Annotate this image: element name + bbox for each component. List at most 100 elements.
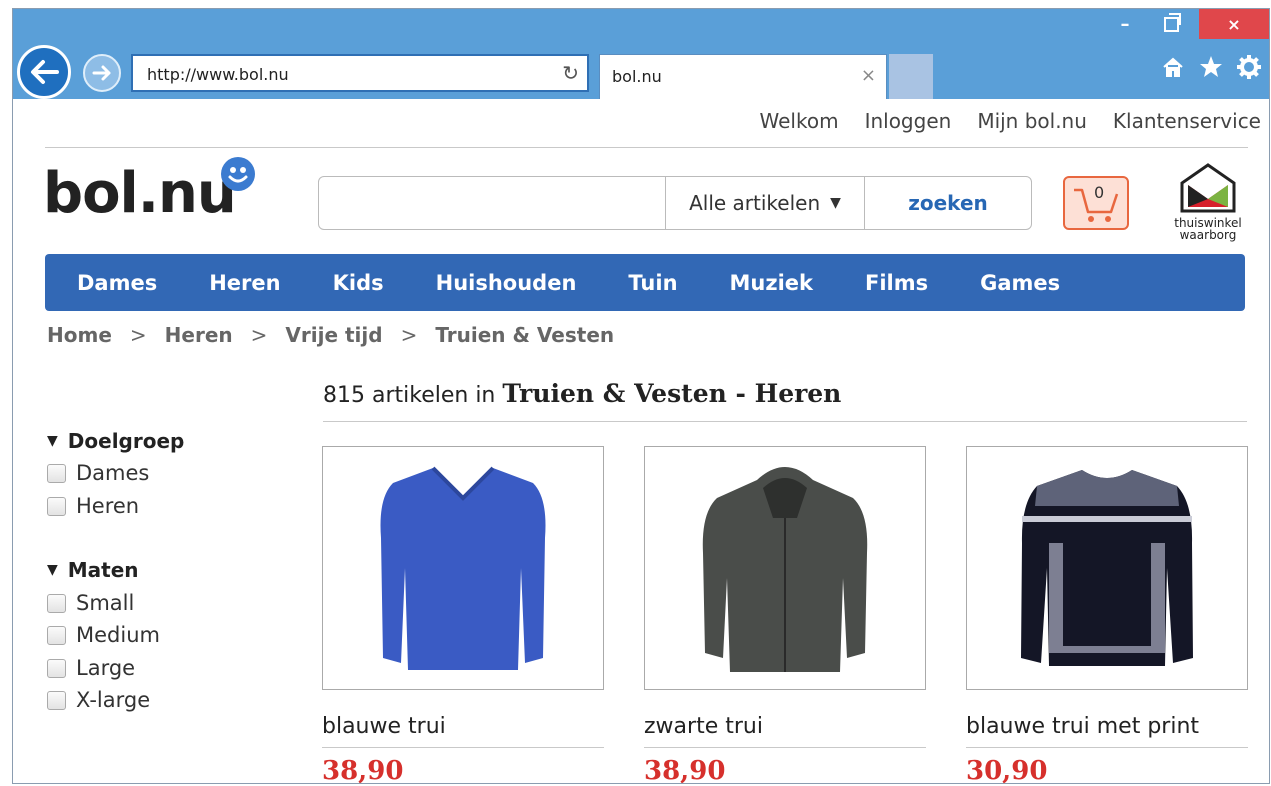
product-name[interactable]: blauwe trui <box>322 714 604 748</box>
filter-x-large[interactable]: X-large <box>47 688 150 712</box>
breadcrumb-separator: > <box>250 323 268 347</box>
nav-item-films[interactable]: Films <box>865 271 928 295</box>
breadcrumb-home[interactable]: Home <box>47 323 112 347</box>
search-input[interactable] <box>319 177 665 229</box>
product-name[interactable]: zwarte trui <box>644 714 926 748</box>
smiley-logo-icon <box>221 157 255 191</box>
tab-close-icon[interactable]: × <box>861 65 876 86</box>
refresh-icon[interactable]: ↻ <box>562 61 579 85</box>
nav-item-tuin[interactable]: Tuin <box>628 271 677 295</box>
product-card[interactable]: blauwe trui 38,90 <box>322 446 604 784</box>
browser-toolbar-icons <box>1161 55 1261 79</box>
address-url: http://www.bol.nu <box>147 65 289 84</box>
print-sweater-image <box>1021 470 1193 666</box>
divider <box>323 421 1247 422</box>
triangle-down-icon: ▼ <box>47 562 58 578</box>
search-category-label: Alle artikelen <box>689 191 821 215</box>
breadcrumb-vrije-tijd[interactable]: Vrije tijd <box>285 323 382 347</box>
search-category-select[interactable]: Alle artikelen ▼ <box>665 177 865 229</box>
nav-item-kids[interactable]: Kids <box>333 271 384 295</box>
result-category: Truien & Vesten - Heren <box>502 379 842 408</box>
result-heading: 815 artikelen in Truien & Vesten - Heren <box>323 379 841 408</box>
checkbox[interactable] <box>47 463 66 483</box>
link-welkom[interactable]: Welkom <box>760 109 839 133</box>
checkbox[interactable] <box>47 690 66 710</box>
breadcrumb: Home > Heren > Vrije tijd > Truien & Ves… <box>47 323 614 347</box>
filter-label: Heren <box>76 494 140 518</box>
facet-title-label: Maten <box>67 558 139 582</box>
top-links: Welkom Inloggen Mijn bol.nu Klantenservi… <box>760 109 1262 133</box>
nav-item-heren[interactable]: Heren <box>209 271 280 295</box>
triangle-down-icon: ▼ <box>47 433 58 449</box>
maximize-button[interactable] <box>1151 9 1191 39</box>
filter-label: X-large <box>76 688 151 712</box>
product-price: 38,90 <box>322 756 404 784</box>
address-bar[interactable]: http://www.bol.nu ↻ <box>131 54 589 92</box>
filter-label: Large <box>76 656 136 680</box>
hoodie-image <box>702 467 868 672</box>
nav-item-huishouden[interactable]: Huishouden <box>436 271 577 295</box>
product-card[interactable]: blauwe trui met print 30,90 <box>966 446 1248 784</box>
guarantee-line2: waarborg <box>1179 228 1237 242</box>
nav-item-muziek[interactable]: Muziek <box>730 271 813 295</box>
sweater-image <box>380 466 546 670</box>
filter-label: Small <box>76 591 135 615</box>
filter-small[interactable]: Small <box>47 591 134 615</box>
filter-label: Medium <box>76 623 160 647</box>
breadcrumb-current: Truien & Vesten <box>435 323 615 347</box>
close-icon: × <box>1227 14 1241 34</box>
facet-title-doelgroep[interactable]: ▼ Doelgroep <box>47 429 184 453</box>
product-image[interactable] <box>322 446 604 690</box>
search-bar: Alle artikelen ▼ zoeken <box>318 176 1032 230</box>
facet-title-maten[interactable]: ▼ Maten <box>47 558 139 582</box>
link-mijn-bol[interactable]: Mijn bol.nu <box>977 109 1087 133</box>
breadcrumb-separator: > <box>400 323 418 347</box>
filter-medium[interactable]: Medium <box>47 623 160 647</box>
arrow-left-icon <box>31 60 59 84</box>
product-card[interactable]: zwarte trui 38,90 <box>644 446 926 784</box>
filter-dames[interactable]: Dames <box>47 461 149 485</box>
filter-large[interactable]: Large <box>47 656 135 680</box>
thuiswinkel-waarborg-logo: thuiswinkel waarborg <box>1163 163 1253 241</box>
checkbox[interactable] <box>47 593 66 613</box>
forward-button[interactable] <box>83 54 121 92</box>
product-price: 38,90 <box>644 756 726 784</box>
link-inloggen[interactable]: Inloggen <box>865 109 952 133</box>
browser-tab[interactable]: bol.nu × <box>599 54 887 99</box>
nav-item-games[interactable]: Games <box>980 271 1060 295</box>
settings-gear-icon[interactable] <box>1237 55 1261 79</box>
breadcrumb-heren[interactable]: Heren <box>165 323 233 347</box>
checkbox[interactable] <box>47 658 66 678</box>
chevron-down-icon: ▼ <box>830 195 841 211</box>
new-tab-button[interactable] <box>889 54 933 99</box>
minimize-button[interactable]: – <box>1105 9 1145 39</box>
favorites-star-icon[interactable] <box>1199 55 1223 79</box>
arrow-right-icon <box>92 65 111 81</box>
divider <box>45 147 1248 148</box>
checkbox[interactable] <box>47 496 66 516</box>
facet-title-label: Doelgroep <box>67 429 185 453</box>
product-price: 30,90 <box>966 756 1048 784</box>
site-logo[interactable]: bol.nu <box>43 161 237 226</box>
browser-window: – × http://www.bol.nu ↻ bol.nu × Welkom … <box>12 8 1270 784</box>
link-klantenservice[interactable]: Klantenservice <box>1113 109 1261 133</box>
checkbox[interactable] <box>47 625 66 645</box>
cart-count: 0 <box>1094 183 1105 202</box>
filter-label: Dames <box>76 461 150 485</box>
filter-heren[interactable]: Heren <box>47 494 139 518</box>
house-icon <box>1180 163 1236 213</box>
result-count: 815 artikelen in <box>323 383 496 408</box>
product-image[interactable] <box>644 446 926 690</box>
product-image[interactable] <box>966 446 1248 690</box>
tab-title: bol.nu <box>612 67 662 86</box>
home-icon[interactable] <box>1161 55 1185 79</box>
close-window-button[interactable]: × <box>1199 9 1269 39</box>
search-button[interactable]: zoeken <box>865 177 1031 229</box>
nav-item-dames[interactable]: Dames <box>77 271 157 295</box>
cart-button[interactable]: 0 <box>1063 176 1129 230</box>
browser-chrome: – × http://www.bol.nu ↻ bol.nu × <box>13 9 1269 99</box>
breadcrumb-separator: > <box>129 323 147 347</box>
back-button[interactable] <box>17 45 71 99</box>
restore-icon <box>1163 12 1181 32</box>
product-name[interactable]: blauwe trui met print <box>966 714 1248 748</box>
